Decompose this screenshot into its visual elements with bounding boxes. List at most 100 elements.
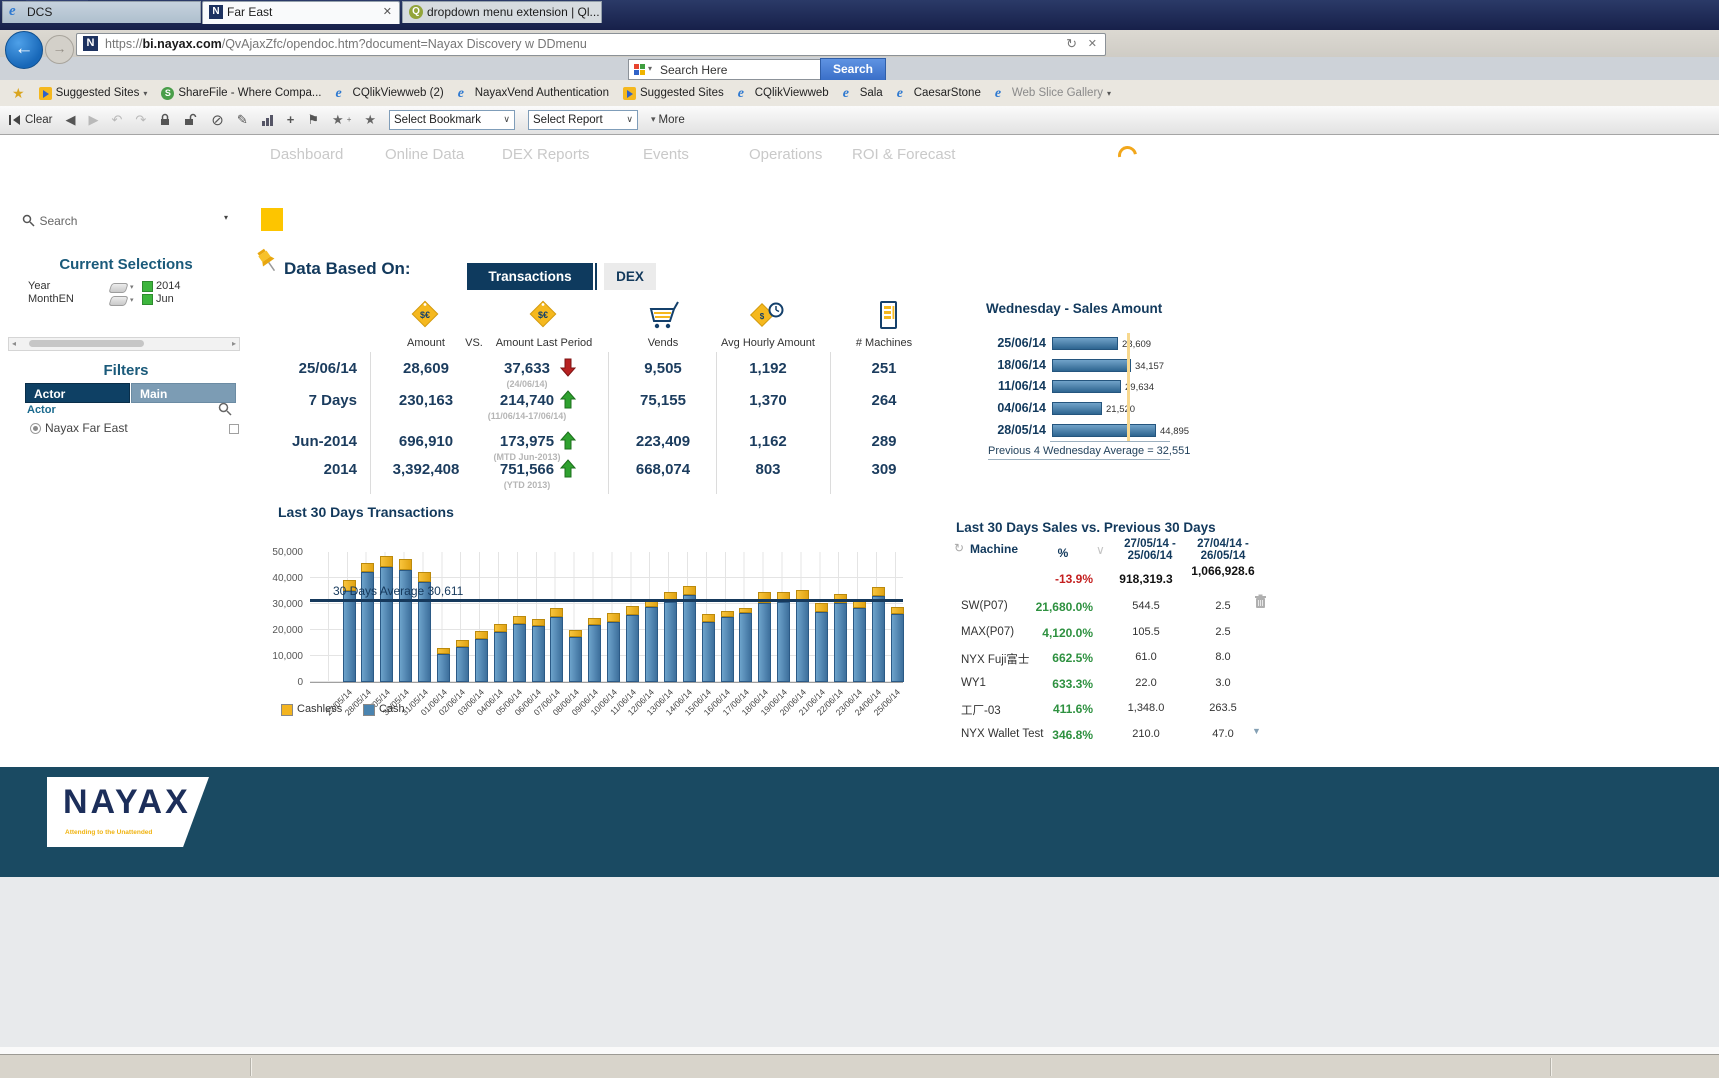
scroll-down-caret-icon[interactable]: ▼ <box>1252 726 1261 736</box>
add-bookmark-icon[interactable]: ★+ <box>332 112 351 128</box>
favorites-star-icon[interactable]: ★ <box>12 85 25 102</box>
tab-dropdown-menu-extension[interactable]: Q dropdown menu extension | Ql... <box>402 1 602 23</box>
bookmark-icon[interactable]: ★ <box>364 112 376 128</box>
tab-transactions[interactable]: Transactions <box>467 263 593 290</box>
sort-caret-icon[interactable]: ∨ <box>1096 543 1105 557</box>
kpi-avg-hourly: 1,162 <box>713 433 823 450</box>
select-bookmark-dropdown[interactable]: Select Bookmark∨ <box>389 110 515 130</box>
machine-current-cell: 210.0 <box>1103 728 1189 740</box>
close-tab-icon[interactable]: ✕ <box>383 5 392 18</box>
chevron-down-icon[interactable]: ▾ <box>648 64 652 73</box>
site-favicon: N <box>83 36 98 51</box>
trash-icon[interactable] <box>1254 594 1267 614</box>
data-based-on-label: Data Based On: <box>284 259 411 279</box>
chevron-down-icon: ▾ <box>143 89 147 98</box>
previous-period-col-header[interactable]: 27/04/14 - 26/05/14 <box>1180 538 1266 562</box>
search-provider-icon <box>634 64 645 75</box>
tab-dex[interactable]: DEX <box>604 263 656 290</box>
clear-all-icon[interactable]: ⊘ <box>211 111 224 129</box>
selection-field: Year <box>28 280 50 292</box>
favorites-item[interactable]: eCQlikViewweb <box>738 87 829 100</box>
filter-tab-main[interactable]: Main <box>131 383 236 403</box>
nav-item-dashboard[interactable]: Dashboard <box>270 146 343 163</box>
eraser-icon[interactable] <box>108 296 128 306</box>
nav-item-events[interactable]: Events <box>643 146 689 163</box>
yellow-marker[interactable] <box>261 208 283 231</box>
kpi-row-label: 25/06/14 <box>257 360 357 377</box>
favorites-item[interactable]: Suggested Sites <box>623 87 724 100</box>
wednesday-bar <box>1052 359 1131 372</box>
select-report-dropdown[interactable]: Select Report∨ <box>528 110 638 130</box>
machine-pct-cell: 633.3% <box>1013 677 1093 691</box>
chevron-down-icon[interactable]: ▾ <box>130 296 134 304</box>
sharefile-icon: S <box>161 87 174 100</box>
scroll-left-icon[interactable]: ◂ <box>12 338 16 349</box>
cash-bar <box>702 622 715 682</box>
favorites-item[interactable]: eNayaxVend Authentication <box>458 87 609 100</box>
cash-bar <box>853 608 866 682</box>
horizontal-scrollbar[interactable]: ◂ ▸ <box>8 337 240 351</box>
cashless-bar <box>891 607 904 614</box>
stop-icon[interactable]: ✕ <box>1088 37 1097 50</box>
sidebar-search-caret-icon[interactable]: ▾ <box>224 213 228 222</box>
filter-field-label: Actor <box>27 404 56 416</box>
legend-cash-label: Cash <box>379 703 405 715</box>
favorites-item[interactable]: eSala <box>843 87 883 100</box>
redo-icon[interactable]: ↷ <box>135 112 146 128</box>
chevron-down-icon[interactable]: ▾ <box>130 283 134 291</box>
nav-item-roi-forecast[interactable]: ROI & Forecast <box>852 146 955 163</box>
chart-icon[interactable] <box>261 114 274 126</box>
favorites-item[interactable]: Suggested Sites▾ <box>39 87 148 100</box>
back-button[interactable]: ← <box>5 31 43 69</box>
tab-far-east[interactable]: N Far East ✕ <box>202 1 400 24</box>
nav-item-online-data[interactable]: Online Data <box>385 146 464 163</box>
favorites-item[interactable]: eCaesarStone <box>897 87 981 100</box>
machine-pct-cell: 21,680.0% <box>1013 600 1093 614</box>
kpi-avg-hourly: 1,192 <box>713 360 823 377</box>
refresh-icon[interactable]: ↻ <box>1066 36 1077 52</box>
unlock-icon[interactable] <box>184 113 198 126</box>
cashless-bar <box>815 603 828 612</box>
cashless-bar <box>739 608 752 613</box>
favorites-item[interactable]: SShareFile - Where Compa... <box>161 87 321 100</box>
eraser-icon[interactable] <box>108 283 128 293</box>
forward-step-button[interactable]: ▶ <box>88 112 98 128</box>
clear-button[interactable]: Clear <box>8 114 52 126</box>
machine-current-cell: 1,348.0 <box>1103 702 1189 714</box>
scrollbar-thumb[interactable] <box>29 340 144 347</box>
checkbox[interactable] <box>229 424 239 434</box>
lock-icon[interactable] <box>159 113 171 126</box>
address-bar[interactable]: N https://bi.nayax.com/QvAjaxZfc/opendoc… <box>76 33 1106 56</box>
favorites-item[interactable]: eCQlikViewweb (2) <box>336 87 444 100</box>
tab-dcs[interactable]: e DCS <box>2 1 201 23</box>
cycle-icon[interactable]: ↻ <box>954 541 964 555</box>
amount-last-period-tag-icon: $€ <box>522 299 566 333</box>
cash-bar <box>475 639 488 682</box>
undo-icon[interactable]: ↶ <box>111 112 122 128</box>
search-button[interactable]: Search <box>820 58 886 81</box>
kpi-col-machines: # Machines <box>839 337 929 349</box>
machine-col-header[interactable]: Machine <box>970 542 1018 556</box>
pct-col-header[interactable]: % <box>1033 546 1093 560</box>
current-selections-title: Current Selections <box>0 256 252 273</box>
sidebar-search[interactable]: Search <box>22 212 77 230</box>
more-button[interactable]: ▾ More <box>651 114 685 126</box>
filter-list-item[interactable]: Nayax Far East <box>0 421 252 436</box>
back-step-button[interactable]: ◀ <box>65 112 75 128</box>
filter-tab-actor[interactable]: Actor <box>25 383 130 403</box>
cashless-bar <box>626 606 639 615</box>
nav-item-operations[interactable]: Operations <box>749 146 822 163</box>
kpi-row-label: 2014 <box>257 461 357 478</box>
flag-icon[interactable]: ⚑ <box>307 112 319 128</box>
kpi-avg-hourly: 803 <box>713 461 823 478</box>
kpi-machines: 251 <box>839 360 929 377</box>
forward-button[interactable]: → <box>45 35 74 64</box>
search-input[interactable]: ▾ Search Here <box>628 59 822 80</box>
edit-icon[interactable]: ✎ <box>237 112 248 128</box>
nav-item-dex-reports[interactable]: DEX Reports <box>502 146 590 163</box>
add-icon[interactable]: + <box>287 112 295 127</box>
search-icon <box>22 214 35 227</box>
scroll-right-icon[interactable]: ▸ <box>232 338 236 349</box>
favorites-item[interactable]: eWeb Slice Gallery▾ <box>995 87 1111 100</box>
filter-search-icon[interactable] <box>218 402 232 421</box>
